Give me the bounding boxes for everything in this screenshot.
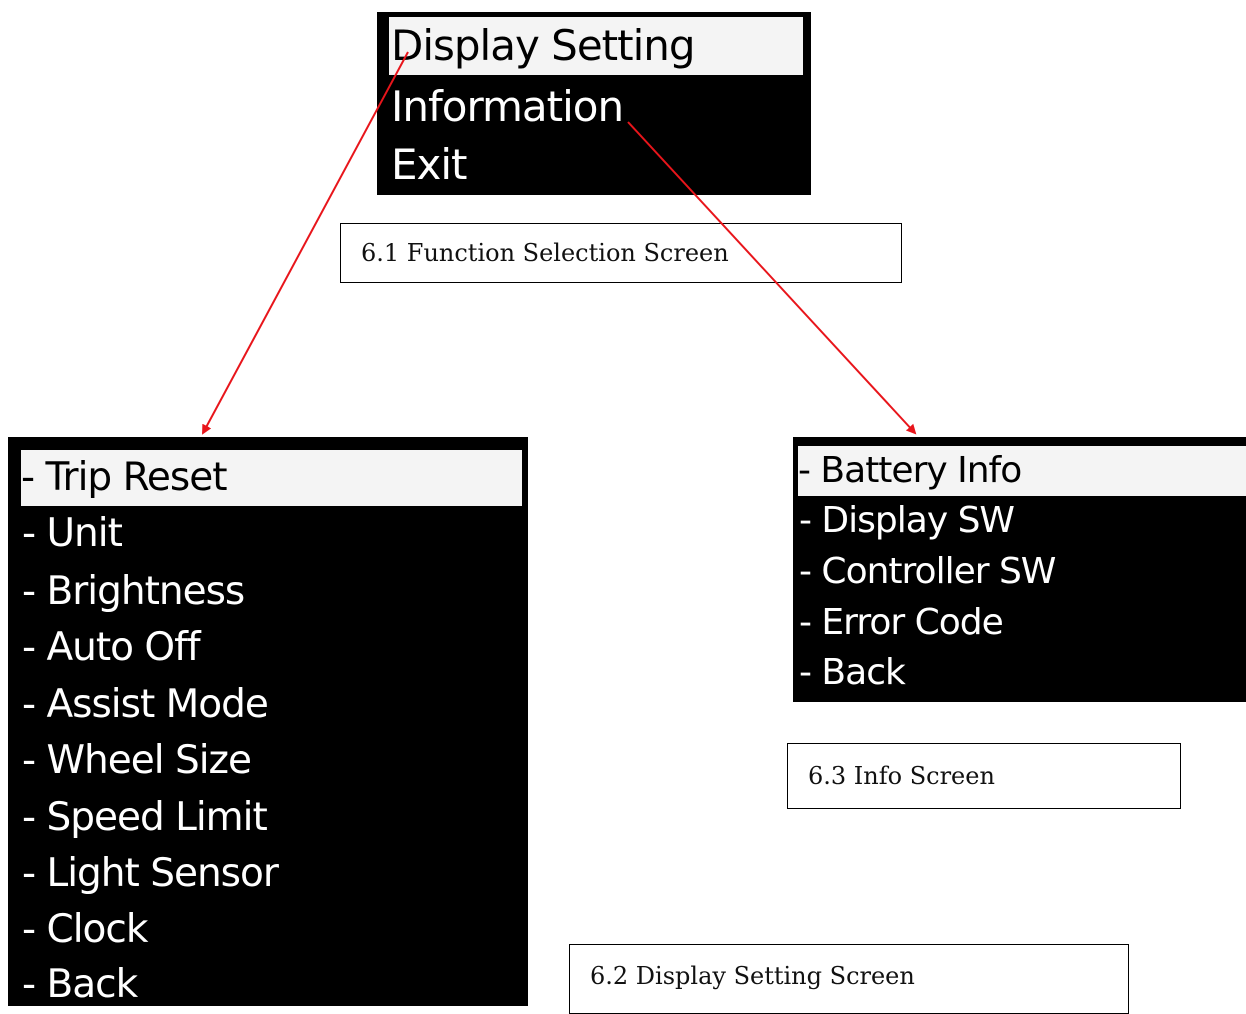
menu-item-unit[interactable]: - Unit (8, 506, 528, 562)
menu-item-assist-mode[interactable]: - Assist Mode (8, 677, 528, 733)
caption-display-setting: 6.2 Display Setting Screen (569, 944, 1129, 1014)
menu-item-information[interactable]: Information (377, 78, 811, 136)
menu-item-clock[interactable]: - Clock (8, 902, 528, 958)
menu-item-light-sensor[interactable]: - Light Sensor (8, 846, 528, 902)
menu-item-auto-off[interactable]: - Auto Off (8, 620, 528, 676)
menu-item-display-setting[interactable]: Display Setting (389, 17, 803, 75)
function-selection-screen: Display Setting Information Exit (377, 12, 811, 195)
menu-item-wheel-size[interactable]: - Wheel Size (8, 733, 528, 789)
caption-function-selection: 6.1 Function Selection Screen (340, 223, 902, 283)
display-setting-screen: - Trip Reset - Unit - Brightness - Auto … (8, 437, 528, 1007)
info-screen: - Battery Info - Display SW - Controller… (793, 437, 1246, 702)
menu-item-trip-reset[interactable]: - Trip Reset (21, 450, 522, 506)
menu-item-exit[interactable]: Exit (377, 136, 811, 194)
caption-info: 6.3 Info Screen (787, 743, 1181, 809)
menu-item-back[interactable]: - Back (8, 957, 528, 1013)
menu-item-brightness[interactable]: - Brightness (8, 564, 528, 620)
menu-item-back[interactable]: - Back (793, 648, 1246, 698)
menu-item-speed-limit[interactable]: - Speed Limit (8, 790, 528, 846)
menu-item-battery-info[interactable]: - Battery Info (798, 446, 1246, 496)
menu-item-display-sw[interactable]: - Display SW (793, 496, 1246, 546)
menu-item-error-code[interactable]: - Error Code (793, 598, 1246, 648)
menu-item-controller-sw[interactable]: - Controller SW (793, 547, 1246, 597)
